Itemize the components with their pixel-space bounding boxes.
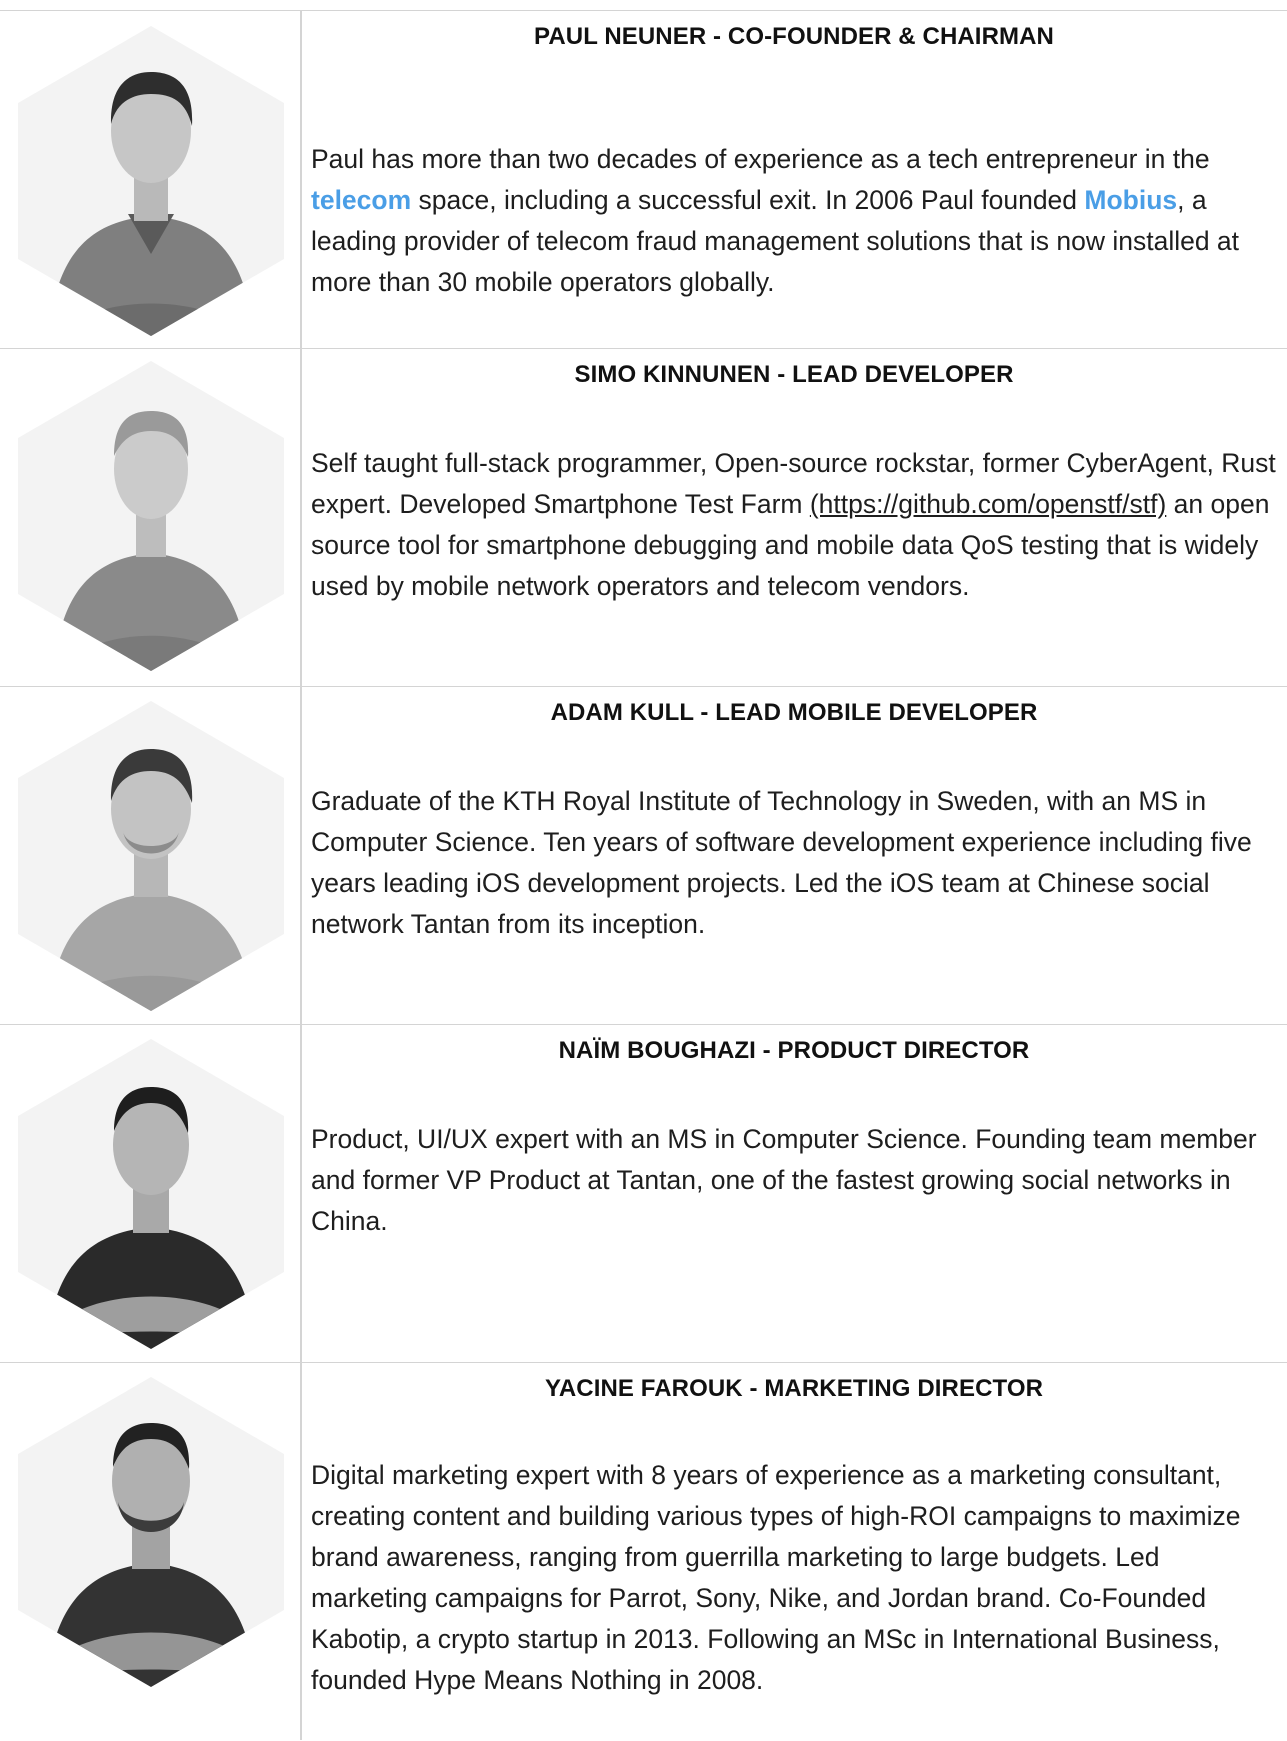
team-row: YACINE FAROUK - MARKETING DIRECTOR Digit… — [0, 1362, 1287, 1741]
member-bio: Self taught full-stack programmer, Open-… — [311, 443, 1277, 607]
telecom-link[interactable]: telecom — [311, 185, 411, 215]
member-bio: Digital marketing expert with 8 years of… — [311, 1460, 1241, 1695]
photo-cell — [0, 1025, 300, 1363]
photo-cell — [0, 1363, 300, 1741]
team-row: ADAM KULL - LEAD MOBILE DEVELOPER Gradua… — [0, 686, 1287, 1025]
stf-github-link[interactable]: (https://github.com/openstf/stf) — [810, 489, 1166, 519]
member-photo — [18, 361, 284, 671]
bio-text: Paul has more than two decades of experi… — [311, 144, 1210, 174]
member-photo — [18, 1377, 284, 1687]
mobius-link[interactable]: Mobius — [1084, 185, 1177, 215]
bio-text: space, including a successful exit. In 2… — [411, 185, 1085, 215]
member-name: YACINE FAROUK - MARKETING DIRECTOR — [544, 1375, 1044, 1402]
member-photo — [18, 1039, 284, 1349]
team-row: PAUL NEUNER - CO-FOUNDER & CHAIRMAN Paul… — [0, 10, 1287, 349]
team-table: PAUL NEUNER - CO-FOUNDER & CHAIRMAN Paul… — [0, 0, 1287, 1740]
member-photo — [18, 26, 284, 336]
photo-cell — [0, 11, 300, 349]
member-name: ADAM KULL - LEAD MOBILE DEVELOPER — [550, 699, 1038, 726]
member-photo — [18, 701, 284, 1011]
member-name: NAÏM BOUGHAZI - PRODUCT DIRECTOR — [558, 1037, 1030, 1064]
member-bio: Product, UI/UX expert with an MS in Comp… — [311, 1124, 1257, 1236]
member-name: SIMO KINNUNEN - LEAD DEVELOPER — [574, 361, 1014, 388]
photo-cell — [0, 349, 300, 687]
photo-cell — [0, 687, 300, 1025]
member-bio: Graduate of the KTH Royal Institute of T… — [311, 786, 1252, 939]
member-name: PAUL NEUNER - CO-FOUNDER & CHAIRMAN — [534, 23, 1054, 50]
member-bio: Paul has more than two decades of experi… — [311, 139, 1277, 303]
team-row: SIMO KINNUNEN - LEAD DEVELOPER Self taug… — [0, 348, 1287, 687]
team-row: NAÏM BOUGHAZI - PRODUCT DIRECTOR Product… — [0, 1024, 1287, 1363]
